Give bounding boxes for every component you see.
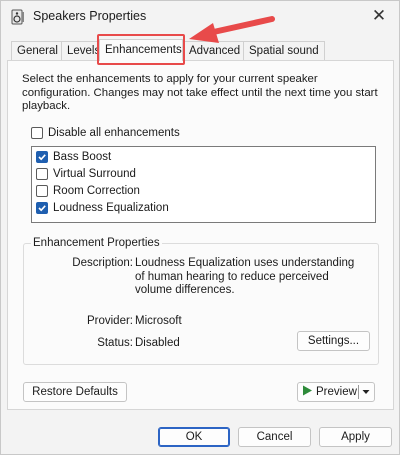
- speakers-properties-dialog: Speakers Properties ✕ General Levels Enh…: [0, 0, 400, 455]
- intro-text: Select the enhancements to apply for you…: [22, 73, 378, 112]
- settings-button[interactable]: Settings...: [297, 331, 370, 351]
- loudness-equalization-label: Loudness Equalization: [53, 202, 169, 214]
- loudness-equalization-checkbox[interactable]: [36, 202, 48, 214]
- preview-label: Preview: [316, 386, 357, 398]
- room-correction-label: Room Correction: [53, 185, 140, 197]
- status-label: Status:: [97, 337, 133, 349]
- room-correction-checkbox[interactable]: [36, 185, 48, 197]
- speaker-icon: [10, 9, 26, 25]
- play-icon: [302, 385, 313, 399]
- list-item[interactable]: Virtual Surround: [36, 168, 136, 180]
- tab-general[interactable]: General: [11, 41, 64, 61]
- chevron-down-icon[interactable]: [361, 387, 371, 400]
- cancel-button[interactable]: Cancel: [238, 427, 311, 447]
- annotation-highlight-box: [97, 34, 185, 65]
- preview-button[interactable]: Preview: [297, 382, 375, 402]
- bass-boost-checkbox[interactable]: [36, 151, 48, 163]
- disable-all-checkbox-row[interactable]: Disable all enhancements: [31, 127, 180, 139]
- disable-all-checkbox[interactable]: [31, 127, 43, 139]
- provider-label: Provider:: [86, 315, 133, 327]
- provider-value: Microsoft: [135, 315, 182, 327]
- red-arrow-icon: [179, 11, 275, 54]
- list-item[interactable]: Bass Boost: [36, 151, 111, 163]
- list-item[interactable]: Room Correction: [36, 185, 140, 197]
- enhancements-list: Bass Boost Virtual Surround Room Correct…: [31, 146, 376, 223]
- window-title: Speakers Properties: [33, 9, 147, 23]
- disable-all-label: Disable all enhancements: [48, 127, 180, 139]
- close-icon: ✕: [371, 6, 387, 25]
- ok-button[interactable]: OK: [158, 427, 230, 447]
- enhancement-properties-title: Enhancement Properties: [31, 237, 162, 249]
- description-label: Description:: [72, 257, 133, 269]
- status-value: Disabled: [135, 337, 180, 349]
- bass-boost-label: Bass Boost: [53, 151, 112, 163]
- virtual-surround-label: Virtual Surround: [53, 168, 136, 180]
- preview-divider: [358, 385, 359, 399]
- list-item[interactable]: Loudness Equalization: [36, 202, 169, 214]
- restore-defaults-button[interactable]: Restore Defaults: [23, 382, 127, 402]
- close-button[interactable]: ✕: [367, 5, 391, 27]
- description-value: Loudness Equalization uses understanding…: [135, 257, 355, 296]
- apply-button[interactable]: Apply: [319, 427, 392, 447]
- virtual-surround-checkbox[interactable]: [36, 168, 48, 180]
